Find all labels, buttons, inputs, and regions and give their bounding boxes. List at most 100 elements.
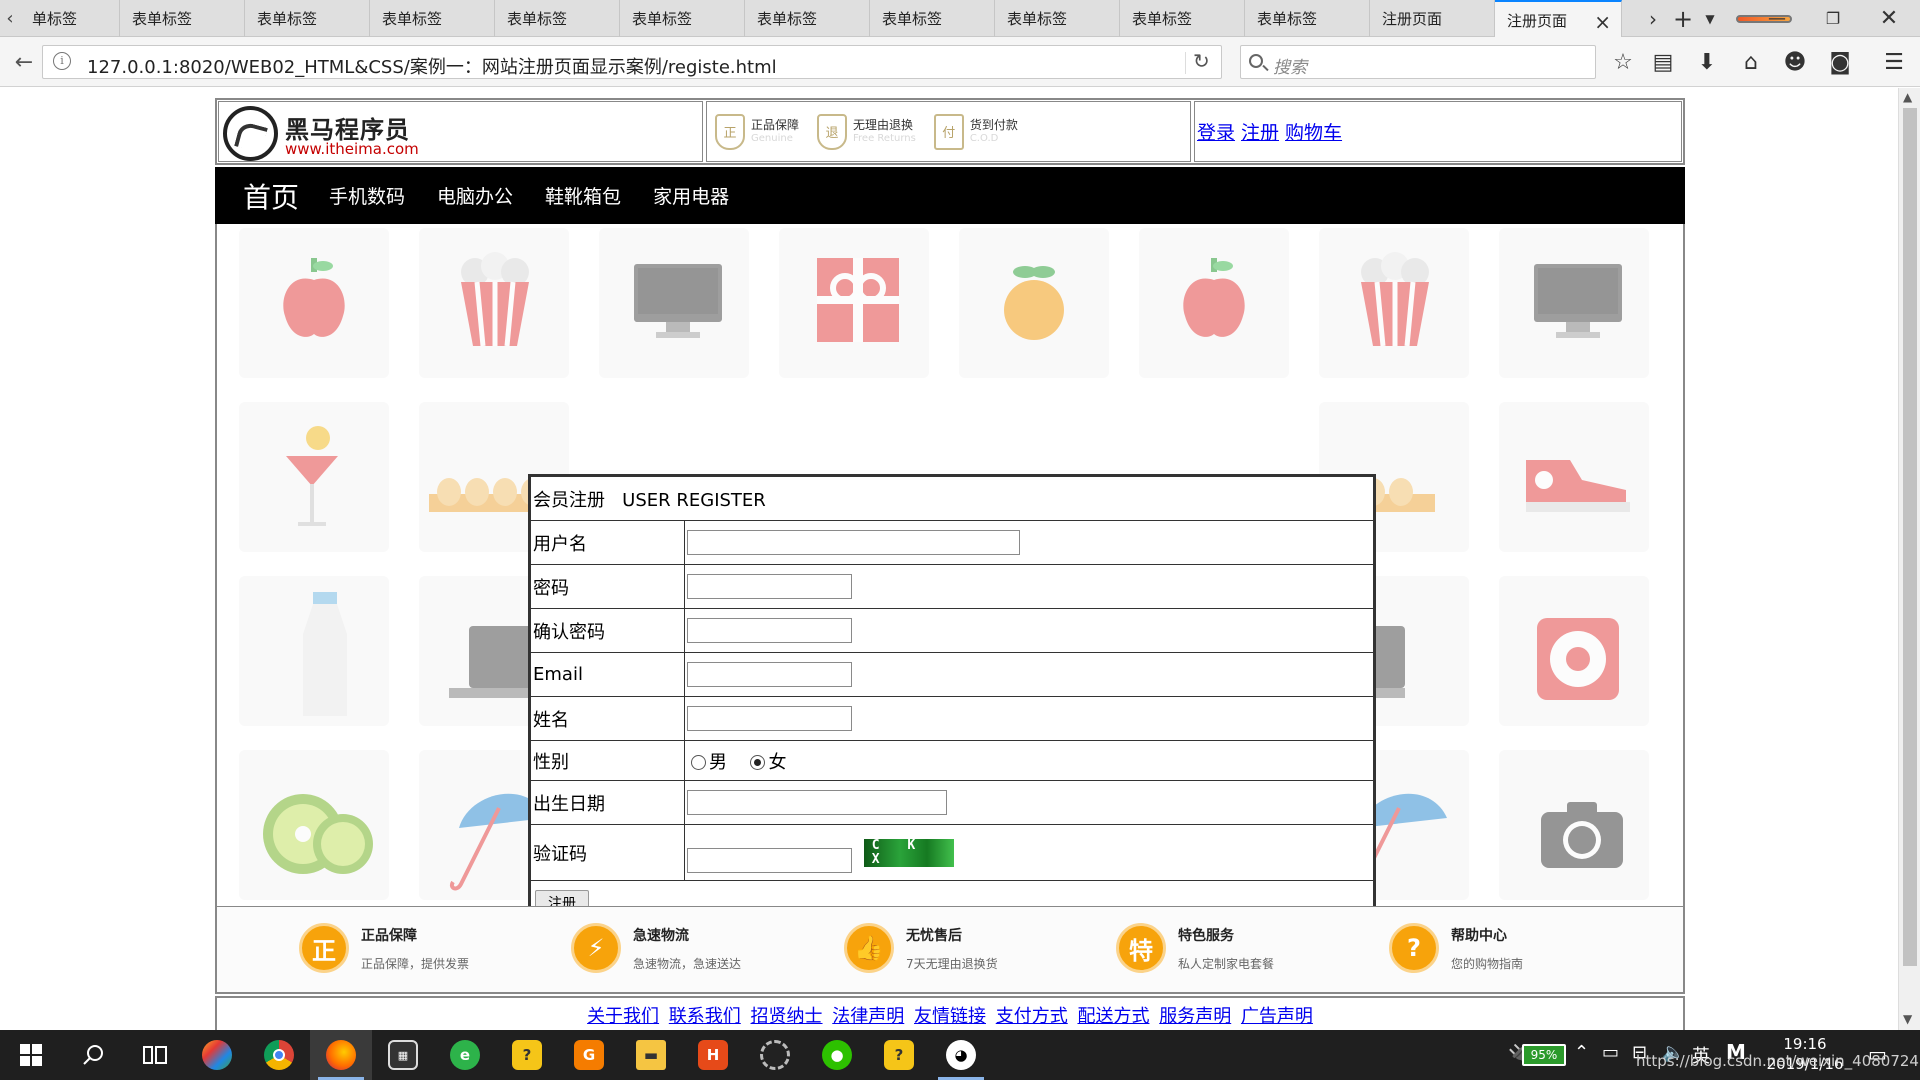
service-help[interactable]: ? 帮助中心 您的购物指南 [1389,923,1523,973]
reload-icon[interactable]: ↻ [1193,49,1210,73]
tab-scroll-left-icon[interactable]: ‹ [0,0,20,37]
download-icon[interactable]: ⬇ [1691,46,1723,78]
close-window-icon[interactable]: ✕ [1866,0,1912,37]
register-link[interactable]: 注册 [1241,118,1279,145]
browser-tab[interactable]: 表单标签 [870,0,995,37]
tab-label: 表单标签 [257,10,318,28]
register-submit-button[interactable]: 注册 [535,889,589,906]
chevron-up-icon[interactable]: ⌃ [1574,1042,1589,1063]
clock-time: 19:16 [1783,1035,1827,1053]
content-area: 会员注册 USER REGISTER 用户名 密码 确认密码 Email 姓名 … [215,224,1685,906]
guarantee-cell: 正 正品保障 Genuine 退 无理由退换 Free Returns 付 货到付款… [706,101,1191,162]
confirm-password-input[interactable] [687,618,852,643]
nav-item-phones[interactable]: 手机数码 [329,182,405,209]
scroll-down-icon[interactable]: ▼ [1903,1012,1912,1026]
scrollbar-thumb[interactable] [1903,108,1917,966]
service-desc: 急速物流，急速送达 [633,956,742,971]
nav-item-appliances[interactable]: 家用电器 [653,182,729,209]
name-label: 姓名 [530,696,685,741]
footer-link-friends[interactable]: 友情链接 [914,1006,986,1027]
search-input[interactable]: 搜索 [1240,45,1596,79]
service-express[interactable]: ⚡ 急速物流急速物流，急速送达 [571,923,741,973]
restore-window-icon[interactable]: ❐ [1810,0,1856,37]
browser-tab[interactable]: 单标签 [20,0,120,37]
form-title-en: USER REGISTER [622,489,766,511]
email-label: Email [530,652,685,697]
guarantee-title: 货到付款 [969,117,1018,132]
footer-link-legal[interactable]: 法律声明 [832,1006,904,1027]
service-special[interactable]: 特 特色服务 私人定制家电套餐 [1116,923,1274,973]
footer-link-jobs[interactable]: 招贤纳士 [751,1006,823,1027]
tab-label: 表单标签 [757,10,818,28]
nav-item-computers[interactable]: 电脑办公 [437,182,513,209]
special-badge-icon: 特 [1116,923,1166,973]
divider [1185,52,1186,74]
pocket-icon[interactable]: ◙ [1824,46,1856,78]
captcha-input[interactable] [687,847,852,873]
browser-tab[interactable]: 表单标签 [495,0,620,37]
gender-male-label[interactable]: 男 [709,752,727,773]
footer-link-terms[interactable]: 服务声明 [1159,1006,1231,1027]
menu-hamburger-icon[interactable]: ☰ [1878,46,1910,78]
footer-link-about[interactable]: 关于我们 [587,1006,659,1027]
gender-female-radio[interactable] [750,755,766,770]
gender-female-label[interactable]: 女 [768,752,786,773]
nav-item-shoes-bags[interactable]: 鞋靴箱包 [545,182,621,209]
footer-link-ads[interactable]: 广告声明 [1241,1006,1313,1027]
bookmark-star-icon[interactable]: ☆ [1607,46,1639,78]
footer-link-payment[interactable]: 支付方式 [996,1006,1068,1027]
email-input[interactable] [687,662,852,687]
back-arrow-icon[interactable]: ← [8,46,40,78]
minimize-window-icon[interactable]: — [1754,0,1800,37]
password-input[interactable] [687,574,852,599]
browser-tab[interactable]: 表单标签 [120,0,245,37]
browser-tab[interactable]: 表单标签 [370,0,495,37]
browser-tab-strip: ‹ 单标签 表单标签 表单标签 表单标签 表单标签 表单标签 表单标签 表单标签… [0,0,1920,38]
tab-label: 表单标签 [382,10,443,28]
browser-tab[interactable]: 表单标签 [620,0,745,37]
browser-tab-active[interactable]: 注册页面 × [1495,0,1622,38]
page-scrollbar[interactable]: ▲ ▼ [1898,88,1920,1030]
guarantee-sub: Genuine [751,132,793,144]
login-link[interactable]: 登录 [1197,118,1235,145]
password-label: 密码 [530,564,685,609]
logo-url[interactable]: www.itheima.com [285,140,419,158]
cart-link[interactable]: 购物车 [1285,118,1342,145]
service-title: 特色服务 [1178,927,1234,944]
lightning-icon: ⚡ [571,923,621,973]
browser-tab[interactable]: 表单标签 [995,0,1120,37]
tab-scroll-right-icon[interactable]: › [1638,0,1668,37]
tab-list-chevron-down-icon[interactable]: ▼ [1698,0,1722,37]
browser-tab[interactable]: 表单标签 [1245,0,1370,37]
genuine-badge-icon: 正 [299,923,349,973]
birthday-input[interactable] [687,790,947,815]
close-tab-icon[interactable]: × [1594,10,1611,34]
username-input[interactable] [687,530,1020,555]
browser-tab[interactable]: 表单标签 [245,0,370,37]
name-input[interactable] [687,706,852,731]
library-icon[interactable]: ▤ [1647,46,1679,78]
service-title: 急速物流 [633,927,689,944]
service-aftersales[interactable]: 👍 无忧售后 7天无理由退换货 [844,923,998,973]
browser-tab[interactable]: 表单标签 [1120,0,1245,37]
scroll-up-icon[interactable]: ▲ [1903,90,1912,104]
battery-indicator[interactable]: 95% [1522,1044,1566,1066]
new-tab-icon[interactable]: + [1668,0,1698,37]
watermark: https://blog.csdn.net/weixin_40807247 [1636,1052,1920,1070]
address-bar[interactable]: i 127.0.0.1:8020/WEB02_HTML&CSS/案例一：网站注册… [42,45,1222,79]
network-icon[interactable]: ▭ [1602,1042,1619,1063]
horse-logo-icon[interactable] [223,106,278,161]
chat-icon[interactable]: ☻ [1779,46,1811,78]
site-info-icon[interactable]: i [53,52,71,70]
home-icon[interactable]: ⌂ [1735,46,1767,78]
gender-male-radio[interactable] [691,755,706,770]
service-genuine[interactable]: 正 正品保障 正品保障，提供发票 [299,923,469,973]
browser-tab[interactable]: 表单标签 [745,0,870,37]
footer-link-delivery[interactable]: 配送方式 [1077,1006,1149,1027]
url-text[interactable]: 127.0.0.1:8020/WEB02_HTML&CSS/案例一：网站注册页面… [87,53,777,79]
footer-link-contact[interactable]: 联系我们 [669,1006,741,1027]
browser-tab[interactable]: 注册页面 [1370,0,1495,37]
tab-label: 表单标签 [1257,10,1318,28]
captcha-image[interactable]: C K X [863,839,954,868]
nav-home[interactable]: 首页 [243,176,299,216]
